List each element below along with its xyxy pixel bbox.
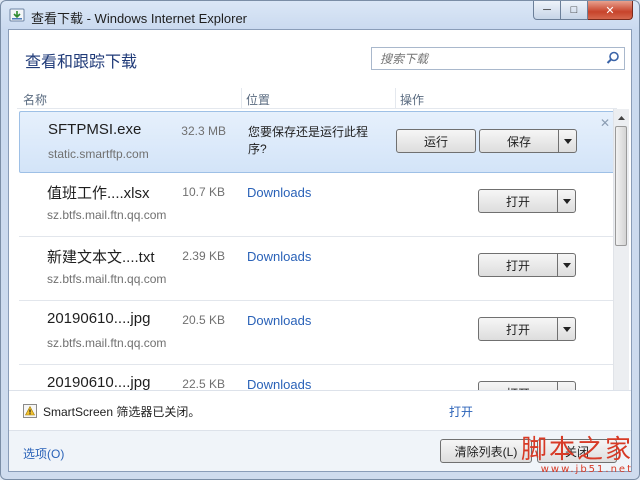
open-button[interactable]: 打开 [478,381,558,390]
column-separator [395,88,396,108]
open-split-button: 打开 [478,253,576,277]
client-area: 查看和跟踪下载 名称 位置 操作 SFTPMSI.exe 32.3 MB sta… [8,29,632,472]
file-name: 20190610....jpg [47,374,151,390]
file-size: 2.39 KB [182,249,225,263]
save-button[interactable]: 保存 [479,129,559,153]
smartscreen-turn-on-link[interactable]: 打开 [449,403,473,420]
save-split-button: 保存 [479,129,577,153]
location-link[interactable]: Downloads [247,377,311,390]
file-size: 20.5 KB [182,313,225,327]
file-source: sz.btfs.mail.ftn.qq.com [47,208,167,222]
open-split-button: 打开 [478,189,576,213]
smartscreen-bar: SmartScreen 筛选器已关闭。 打开 [9,390,631,431]
search-input[interactable] [378,50,602,68]
search-icon[interactable] [606,51,620,65]
location-link[interactable]: Downloads [247,313,311,328]
download-list: SFTPMSI.exe 32.3 MB static.smartftp.com … [17,109,621,390]
open-button[interactable]: 打开 [478,189,558,213]
column-action[interactable]: 操作 [400,91,424,108]
bottom-bar: 选项(O) 清除列表(L) 关闭 [9,430,631,471]
window-controls: ─ □ ✕ [533,1,633,21]
close-window-button[interactable]: ✕ [588,1,633,20]
scroll-thumb[interactable] [615,126,627,246]
location-link[interactable]: Downloads [247,249,311,264]
column-location[interactable]: 位置 [246,91,270,108]
file-name: 值班工作....xlsx [47,185,150,202]
options-link[interactable]: 选项(O) [23,445,64,462]
chevron-up-icon [618,115,625,120]
window-title: 查看下载 - Windows Internet Explorer [31,11,248,26]
open-button[interactable]: 打开 [478,253,558,277]
list-item[interactable]: 新建文本文....txt 2.39 KB sz.btfs.mail.ftn.qq… [19,237,615,301]
save-run-prompt: 您要保存还是运行此程序? [248,125,369,156]
warning-shield-icon [23,404,37,418]
open-split-button: 打开 [478,381,576,390]
open-dropdown-button[interactable] [557,317,576,341]
open-dropdown-button[interactable] [557,189,576,213]
clear-list-button[interactable]: 清除列表(L) [440,439,532,463]
chevron-down-icon [562,262,571,268]
file-name: SFTPMSI.exe [48,121,142,138]
open-dropdown-button[interactable] [557,381,576,390]
file-size: 10.7 KB [182,185,225,199]
file-size: 32.3 MB [181,124,226,138]
file-size: 22.5 KB [182,377,225,390]
download-manager-icon [9,8,25,22]
smartscreen-status: SmartScreen 筛选器已关闭。 [43,405,201,419]
vertical-scrollbar[interactable] [613,109,629,390]
open-split-button: 打开 [478,317,576,341]
search-box[interactable] [371,47,625,70]
dismiss-icon[interactable]: ✕ [600,116,610,130]
file-source: sz.btfs.mail.ftn.qq.com [47,336,167,350]
location-link[interactable]: Downloads [247,185,311,200]
list-item[interactable]: SFTPMSI.exe 32.3 MB static.smartftp.com … [19,111,617,173]
run-button[interactable]: 运行 [396,129,476,153]
chevron-down-icon [563,138,572,144]
list-item[interactable]: 值班工作....xlsx 10.7 KB sz.btfs.mail.ftn.qq… [19,173,615,237]
chevron-down-icon [562,198,571,204]
file-name: 新建文本文....txt [47,249,155,266]
file-source: static.smartftp.com [48,147,149,161]
column-header: 名称 位置 操作 [17,88,617,109]
minimize-button[interactable]: ─ [533,1,561,20]
list-item[interactable]: 20190610....jpg 22.5 KB Downloads 打开 [19,365,615,390]
page-title: 查看和跟踪下载 [25,54,138,71]
list-item[interactable]: 20190610....jpg 20.5 KB sz.btfs.mail.ftn… [19,301,615,365]
open-button[interactable]: 打开 [478,317,558,341]
file-name: 20190610....jpg [47,310,151,327]
column-separator [241,88,242,108]
chevron-down-icon [562,326,571,332]
close-button[interactable]: 关闭 [537,439,617,463]
title-bar[interactable]: 查看下载 - Windows Internet Explorer ─ □ ✕ [1,1,639,29]
maximize-button[interactable]: □ [561,1,588,20]
save-dropdown-button[interactable] [558,129,577,153]
open-dropdown-button[interactable] [557,253,576,277]
downloads-window: 查看下载 - Windows Internet Explorer ─ □ ✕ 查… [0,0,640,480]
column-name[interactable]: 名称 [23,91,47,108]
scroll-up-arrow[interactable] [614,110,629,125]
file-source: sz.btfs.mail.ftn.qq.com [47,272,167,286]
